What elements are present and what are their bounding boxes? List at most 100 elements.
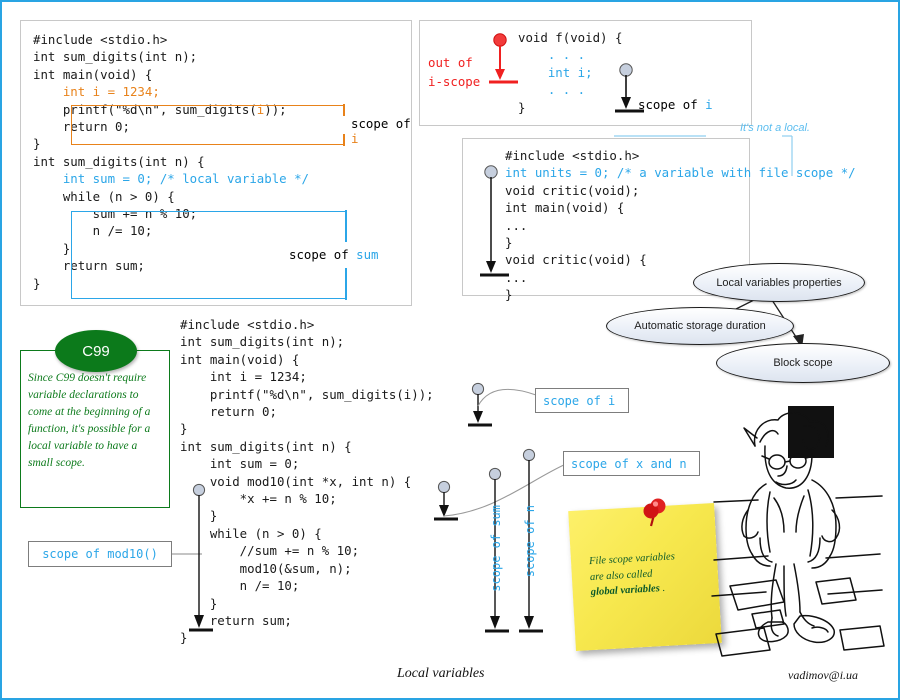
code-token: } xyxy=(518,99,526,115)
code-line: #include <stdio.h> xyxy=(33,31,309,48)
main-code-block: #include <stdio.h> int sum_digits(int n);… xyxy=(180,316,434,647)
code-token: . . . xyxy=(518,82,586,98)
panel1-scope-of-sum-label: scope of sum xyxy=(289,247,379,262)
code-line: } xyxy=(180,595,434,612)
scope-of-x-and-n-label: scope of x and n xyxy=(571,456,687,471)
pushpin-icon xyxy=(643,498,666,527)
code-line: int i = 1234; xyxy=(180,368,434,385)
its-not-a-local-callout-bracket xyxy=(614,135,793,176)
code-line: int main(void) { xyxy=(180,351,434,368)
panel2-code-block: void f(void) { . . . int i; . . .} xyxy=(518,29,622,116)
panel2-scope-of-i-text: scope of xyxy=(638,97,706,112)
code-token: int sum_digits(int n); xyxy=(33,49,198,65)
code-line: int sum = 0; /* local variable */ xyxy=(33,170,309,187)
panel2-scope-of-i-label: scope of i xyxy=(638,97,713,112)
code-line: void f(void) { xyxy=(518,29,622,46)
mod10-scope-bar xyxy=(189,483,213,632)
code-token: #include <stdio.h> xyxy=(180,317,315,332)
code-line: . . . xyxy=(518,81,622,98)
sticky-line-3-bold: global variables xyxy=(590,583,661,599)
code-line: int i = 1234; xyxy=(33,83,309,100)
c99-note-text: Since C99 doesn't require variable decla… xyxy=(28,372,151,469)
code-line: int i; xyxy=(518,64,622,81)
code-token: int sum_digits(int n); xyxy=(180,334,345,350)
code-line: n /= 10; xyxy=(180,577,434,594)
code-token: } xyxy=(180,421,188,437)
scope-of-mod10-label: scope of mod10() xyxy=(42,547,158,561)
code-line: printf("%d\n", sum_digits(i)); xyxy=(180,386,434,403)
ellipse-child-right-label: Block scope xyxy=(773,357,833,369)
code-line: int sum_digits(int n) { xyxy=(180,438,434,455)
code-token: int i = 1234; xyxy=(180,369,307,385)
code-line: } xyxy=(180,629,434,646)
out-of-scope-line-1: out of xyxy=(428,55,473,70)
code-token: int sum_digits(int n) { xyxy=(180,438,352,454)
code-line: int main(void) { xyxy=(33,66,309,83)
code-token: } xyxy=(33,240,71,256)
code-line: . . . xyxy=(518,46,622,63)
code-line: mod10(&sum, n); xyxy=(180,560,434,577)
code-token: int sum = 0; /* local variable */ xyxy=(33,171,310,187)
out-of-scope-line-2: i-scope xyxy=(428,74,481,89)
c99-badge: C99 xyxy=(55,330,137,372)
panel2-scope-of-i-var: i xyxy=(705,97,713,112)
code-token: int main(void) { xyxy=(180,351,300,367)
code-token: } xyxy=(180,630,188,646)
code-token: int main(void) { xyxy=(33,66,153,82)
slide-canvas: #include <stdio.h> int sum_digits(int n);… xyxy=(0,0,900,700)
code-token: . . . xyxy=(518,47,586,63)
code-line: return sum; xyxy=(180,612,434,629)
code-line: } xyxy=(180,507,434,524)
code-line: int sum_digits(int n); xyxy=(33,48,309,65)
panel1-scope-of-i-text: scope of xyxy=(351,116,411,131)
sticky-note-text: File scope variables are also called glo… xyxy=(589,548,707,601)
slide-caption: Local variables xyxy=(397,666,485,681)
code-token: int main(void) { xyxy=(505,200,625,216)
scope-of-mod10-box: scope of mod10() xyxy=(28,541,172,567)
code-token: } xyxy=(505,287,513,303)
code-token: } xyxy=(33,136,41,152)
code-line: void mod10(int *x, int n) { xyxy=(180,473,434,490)
code-token: int i; xyxy=(518,64,593,80)
scope-of-x-and-n-box: scope of x and n xyxy=(563,451,700,476)
code-line: ... xyxy=(505,217,856,234)
sticky-line-3-tail: . xyxy=(659,582,666,595)
panel1-scope-of-sum-text: scope of xyxy=(289,247,357,262)
panel-scope-example-basic: #include <stdio.h> int sum_digits(int n);… xyxy=(20,20,412,306)
code-token: int i = 1234; xyxy=(33,84,160,100)
code-line: int sum = 0; xyxy=(180,455,434,472)
code-token: } xyxy=(33,275,41,291)
scope-of-i-orange-bracket xyxy=(71,104,345,146)
code-token: void mod10(int *x, int n) { xyxy=(180,473,412,489)
code-line: } xyxy=(505,234,856,251)
code-line: int sum_digits(int n) { xyxy=(33,153,309,170)
ellipse-automatic-storage-duration: Automatic storage duration xyxy=(606,307,794,345)
code-line: *x += n % 10; xyxy=(180,490,434,507)
code-line: } xyxy=(518,99,622,116)
code-line: int main(void) { xyxy=(505,199,856,216)
code-token: return 0; xyxy=(180,404,277,420)
code-line: //sum += n % 10; xyxy=(180,542,434,559)
code-token: int sum_digits(int n) { xyxy=(33,153,205,169)
code-line: return 0; xyxy=(180,403,434,420)
scope-of-i-label: scope of i xyxy=(543,393,616,408)
file-scope-marker-arrow xyxy=(480,165,509,277)
code-token: printf("%d\n", sum_digits(i)); xyxy=(180,386,434,402)
scope-of-sum-vertical-label: scope of sum xyxy=(489,505,503,592)
code-token: void critic(void); xyxy=(505,182,640,198)
scope-of-i-box: scope of i xyxy=(535,388,629,413)
panel1-scope-of-sum-var: sum xyxy=(356,247,379,262)
ellipse-child-left-label: Automatic storage duration xyxy=(634,320,766,332)
code-token: #include <stdio.h> xyxy=(33,32,168,47)
code-token: int sum = 0; xyxy=(180,456,300,472)
professor-cartoon-illustration xyxy=(711,406,885,657)
code-token: while (n > 0) { xyxy=(33,188,175,204)
out-of-scope-label: out of i-scope xyxy=(428,53,480,91)
code-token: void f(void) { xyxy=(518,30,623,45)
ellipse-local-variables-properties: Local variables properties xyxy=(693,263,865,302)
scope-of-n-vertical-label: scope of n xyxy=(523,505,537,578)
code-line: } xyxy=(180,420,434,437)
slide-credit: vadimov@i.ua xyxy=(788,668,859,682)
panel-out-of-scope-example: out of i-scope void f(void) { . . . int … xyxy=(419,20,752,126)
ellipse-block-scope: Block scope xyxy=(716,343,890,383)
